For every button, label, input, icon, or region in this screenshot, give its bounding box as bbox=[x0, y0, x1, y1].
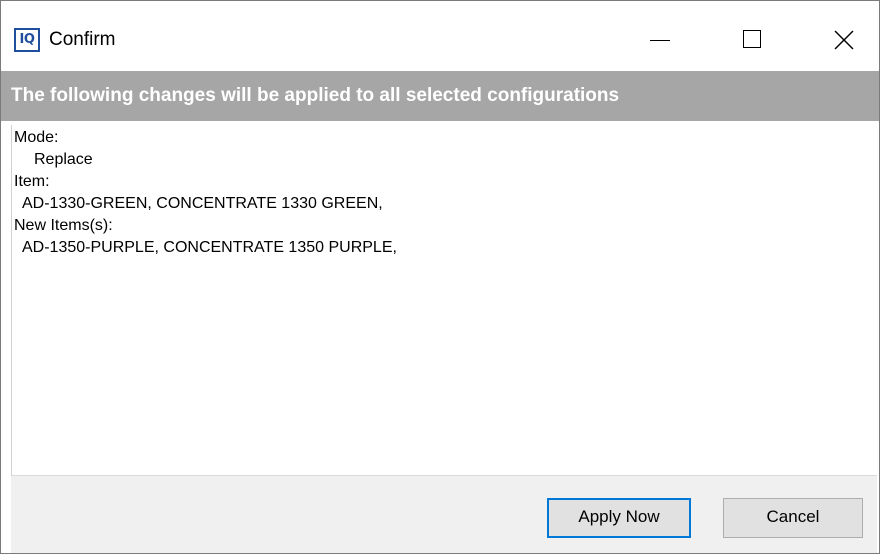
cancel-button[interactable]: Cancel bbox=[723, 498, 863, 538]
changes-details-pane[interactable]: Mode: Replace Item: AD-1330-GREEN, CONCE… bbox=[11, 125, 877, 475]
minimize-button[interactable] bbox=[638, 19, 684, 59]
dialog-footer: Apply Now Cancel bbox=[11, 475, 877, 553]
title-bar[interactable]: IQ Confirm bbox=[1, 1, 879, 71]
minimize-icon bbox=[650, 40, 670, 41]
item-label: Item: bbox=[14, 173, 50, 190]
mode-label: Mode: bbox=[14, 129, 59, 146]
message-header: The following changes will be applied to… bbox=[1, 71, 879, 121]
message-header-text: The following changes will be applied to… bbox=[11, 85, 620, 106]
close-button[interactable] bbox=[821, 19, 867, 59]
maximize-button[interactable] bbox=[731, 19, 777, 59]
maximize-icon bbox=[743, 30, 761, 48]
app-logo-icon: IQ bbox=[14, 28, 40, 52]
mode-value: Replace bbox=[34, 151, 93, 168]
confirm-dialog: IQ Confirm The following changes will be… bbox=[0, 0, 880, 554]
new-items-value: AD-1350-PURPLE, CONCENTRATE 1350 PURPLE, bbox=[22, 239, 397, 256]
close-icon bbox=[834, 30, 854, 50]
item-value: AD-1330-GREEN, CONCENTRATE 1330 GREEN, bbox=[22, 195, 383, 212]
window-title: Confirm bbox=[49, 29, 116, 50]
new-items-label: New Items(s): bbox=[14, 217, 113, 234]
apply-now-button[interactable]: Apply Now bbox=[547, 498, 691, 538]
